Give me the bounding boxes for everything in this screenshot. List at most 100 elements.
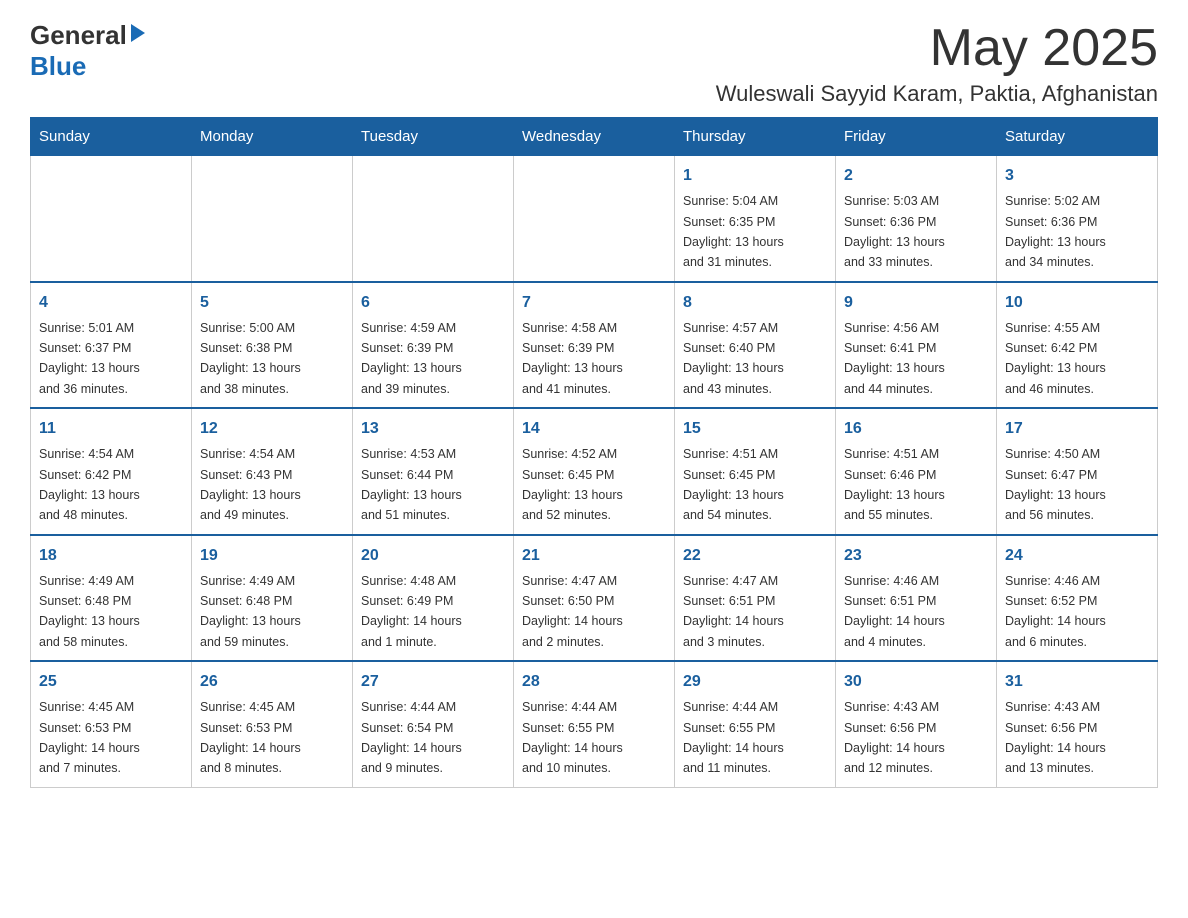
day-info: Sunrise: 4:44 AM Sunset: 6:54 PM Dayligh… <box>361 700 462 775</box>
calendar-header-friday: Friday <box>836 118 997 156</box>
day-info: Sunrise: 4:45 AM Sunset: 6:53 PM Dayligh… <box>39 700 140 775</box>
day-info: Sunrise: 4:47 AM Sunset: 6:50 PM Dayligh… <box>522 574 623 649</box>
day-info: Sunrise: 4:49 AM Sunset: 6:48 PM Dayligh… <box>39 574 140 649</box>
calendar-week-row: 11 Sunrise: 4:54 AM Sunset: 6:42 PM Dayli… <box>31 408 1158 535</box>
calendar-day-cell: 16 Sunrise: 4:51 AM Sunset: 6:46 PM Dayli… <box>836 408 997 535</box>
calendar-day-cell: 11 Sunrise: 4:54 AM Sunset: 6:42 PM Dayli… <box>31 408 192 535</box>
day-info: Sunrise: 4:57 AM Sunset: 6:40 PM Dayligh… <box>683 321 784 396</box>
day-number: 28 <box>522 670 666 694</box>
calendar-day-cell: 21 Sunrise: 4:47 AM Sunset: 6:50 PM Dayli… <box>514 535 675 662</box>
day-number: 26 <box>200 670 344 694</box>
calendar-day-cell: 10Sunrise: 4:55 AM Sunset: 6:42 PM Dayli… <box>997 282 1158 409</box>
day-number: 19 <box>200 544 344 568</box>
day-number: 31 <box>1005 670 1149 694</box>
day-info: Sunrise: 4:53 AM Sunset: 6:44 PM Dayligh… <box>361 447 462 522</box>
calendar-day-cell: 25 Sunrise: 4:45 AM Sunset: 6:53 PM Dayli… <box>31 661 192 787</box>
day-number: 3 <box>1005 164 1149 188</box>
calendar-header-row: SundayMondayTuesdayWednesdayThursdayFrid… <box>31 118 1158 156</box>
day-number: 1 <box>683 164 827 188</box>
calendar-day-cell: 4Sunrise: 5:01 AM Sunset: 6:37 PM Daylig… <box>31 282 192 409</box>
day-number: 15 <box>683 417 827 441</box>
day-info: Sunrise: 5:00 AM Sunset: 6:38 PM Dayligh… <box>200 321 301 396</box>
day-info: Sunrise: 4:48 AM Sunset: 6:49 PM Dayligh… <box>361 574 462 649</box>
day-number: 2 <box>844 164 988 188</box>
day-number: 25 <box>39 670 183 694</box>
calendar-day-cell: 1 Sunrise: 5:04 AM Sunset: 6:35 PM Daylig… <box>675 156 836 282</box>
calendar-table: SundayMondayTuesdayWednesdayThursdayFrid… <box>30 117 1158 788</box>
day-number: 27 <box>361 670 505 694</box>
day-number: 16 <box>844 417 988 441</box>
calendar-day-cell: 19 Sunrise: 4:49 AM Sunset: 6:48 PM Dayli… <box>192 535 353 662</box>
day-number: 12 <box>200 417 344 441</box>
calendar-header-saturday: Saturday <box>997 118 1158 156</box>
day-info: Sunrise: 4:49 AM Sunset: 6:48 PM Dayligh… <box>200 574 301 649</box>
day-info: Sunrise: 4:44 AM Sunset: 6:55 PM Dayligh… <box>683 700 784 775</box>
calendar-day-cell: 30 Sunrise: 4:43 AM Sunset: 6:56 PM Dayli… <box>836 661 997 787</box>
calendar-day-cell: 6 Sunrise: 4:59 AM Sunset: 6:39 PM Daylig… <box>353 282 514 409</box>
calendar-day-cell: 29Sunrise: 4:44 AM Sunset: 6:55 PM Dayli… <box>675 661 836 787</box>
day-number: 6 <box>361 291 505 315</box>
day-info: Sunrise: 4:51 AM Sunset: 6:46 PM Dayligh… <box>844 447 945 522</box>
calendar-header-monday: Monday <box>192 118 353 156</box>
calendar-day-cell: 13 Sunrise: 4:53 AM Sunset: 6:44 PM Dayli… <box>353 408 514 535</box>
day-info: Sunrise: 4:46 AM Sunset: 6:52 PM Dayligh… <box>1005 574 1106 649</box>
day-info: Sunrise: 5:02 AM Sunset: 6:36 PM Dayligh… <box>1005 194 1106 269</box>
calendar-day-cell: 20 Sunrise: 4:48 AM Sunset: 6:49 PM Dayli… <box>353 535 514 662</box>
calendar-empty-cell <box>192 156 353 282</box>
day-info: Sunrise: 4:46 AM Sunset: 6:51 PM Dayligh… <box>844 574 945 649</box>
logo-general-text: General <box>30 20 127 51</box>
location-title: Wuleswali Sayyid Karam, Paktia, Afghanis… <box>716 81 1158 107</box>
day-info: Sunrise: 4:58 AM Sunset: 6:39 PM Dayligh… <box>522 321 623 396</box>
calendar-header-sunday: Sunday <box>31 118 192 156</box>
day-info: Sunrise: 4:47 AM Sunset: 6:51 PM Dayligh… <box>683 574 784 649</box>
day-number: 30 <box>844 670 988 694</box>
day-number: 23 <box>844 544 988 568</box>
day-number: 17 <box>1005 417 1149 441</box>
calendar-day-cell: 7 Sunrise: 4:58 AM Sunset: 6:39 PM Daylig… <box>514 282 675 409</box>
calendar-empty-cell <box>353 156 514 282</box>
day-number: 24 <box>1005 544 1149 568</box>
month-title: May 2025 <box>716 20 1158 77</box>
calendar-day-cell: 18 Sunrise: 4:49 AM Sunset: 6:48 PM Dayli… <box>31 535 192 662</box>
calendar-day-cell: 24 Sunrise: 4:46 AM Sunset: 6:52 PM Dayli… <box>997 535 1158 662</box>
logo: General Blue <box>30 20 149 82</box>
logo-arrow-icon <box>127 22 149 44</box>
day-number: 10 <box>1005 291 1149 315</box>
day-info: Sunrise: 4:52 AM Sunset: 6:45 PM Dayligh… <box>522 447 623 522</box>
day-number: 22 <box>683 544 827 568</box>
day-number: 21 <box>522 544 666 568</box>
day-info: Sunrise: 4:59 AM Sunset: 6:39 PM Dayligh… <box>361 321 462 396</box>
calendar-day-cell: 26 Sunrise: 4:45 AM Sunset: 6:53 PM Dayli… <box>192 661 353 787</box>
day-info: Sunrise: 4:54 AM Sunset: 6:42 PM Dayligh… <box>39 447 140 522</box>
calendar-day-cell: 28 Sunrise: 4:44 AM Sunset: 6:55 PM Dayli… <box>514 661 675 787</box>
day-info: Sunrise: 5:04 AM Sunset: 6:35 PM Dayligh… <box>683 194 784 269</box>
calendar-week-row: 25 Sunrise: 4:45 AM Sunset: 6:53 PM Dayli… <box>31 661 1158 787</box>
day-number: 20 <box>361 544 505 568</box>
day-number: 11 <box>39 417 183 441</box>
day-number: 5 <box>200 291 344 315</box>
day-number: 4 <box>39 291 183 315</box>
calendar-week-row: 1 Sunrise: 5:04 AM Sunset: 6:35 PM Daylig… <box>31 156 1158 282</box>
calendar-day-cell: 17Sunrise: 4:50 AM Sunset: 6:47 PM Dayli… <box>997 408 1158 535</box>
calendar-day-cell: 31 Sunrise: 4:43 AM Sunset: 6:56 PM Dayli… <box>997 661 1158 787</box>
day-info: Sunrise: 4:43 AM Sunset: 6:56 PM Dayligh… <box>844 700 945 775</box>
day-number: 18 <box>39 544 183 568</box>
calendar-day-cell: 15Sunrise: 4:51 AM Sunset: 6:45 PM Dayli… <box>675 408 836 535</box>
calendar-header-wednesday: Wednesday <box>514 118 675 156</box>
day-number: 13 <box>361 417 505 441</box>
day-info: Sunrise: 4:45 AM Sunset: 6:53 PM Dayligh… <box>200 700 301 775</box>
calendar-day-cell: 27 Sunrise: 4:44 AM Sunset: 6:54 PM Dayli… <box>353 661 514 787</box>
title-area: May 2025 Wuleswali Sayyid Karam, Paktia,… <box>716 20 1158 107</box>
day-number: 7 <box>522 291 666 315</box>
day-info: Sunrise: 4:54 AM Sunset: 6:43 PM Dayligh… <box>200 447 301 522</box>
calendar-day-cell: 8Sunrise: 4:57 AM Sunset: 6:40 PM Daylig… <box>675 282 836 409</box>
calendar-empty-cell <box>514 156 675 282</box>
day-info: Sunrise: 4:44 AM Sunset: 6:55 PM Dayligh… <box>522 700 623 775</box>
day-info: Sunrise: 4:43 AM Sunset: 6:56 PM Dayligh… <box>1005 700 1106 775</box>
calendar-day-cell: 12 Sunrise: 4:54 AM Sunset: 6:43 PM Dayli… <box>192 408 353 535</box>
calendar-day-cell: 23 Sunrise: 4:46 AM Sunset: 6:51 PM Dayli… <box>836 535 997 662</box>
calendar-empty-cell <box>31 156 192 282</box>
logo-blue-text: Blue <box>30 51 86 81</box>
day-number: 14 <box>522 417 666 441</box>
calendar-day-cell: 5 Sunrise: 5:00 AM Sunset: 6:38 PM Daylig… <box>192 282 353 409</box>
